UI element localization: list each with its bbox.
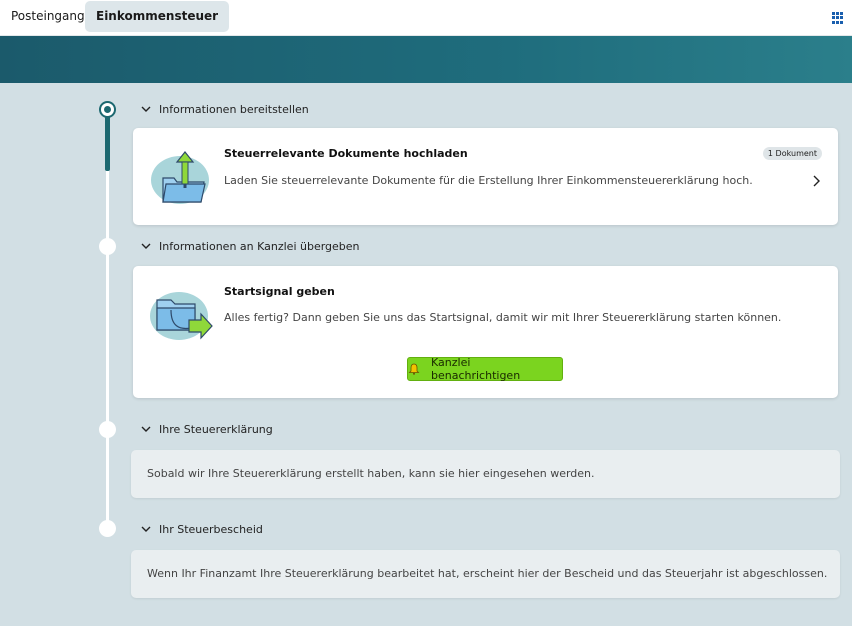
timeline-step-active-icon	[99, 101, 116, 118]
card-description: Alles fertig? Dann geben Sie uns das Sta…	[224, 311, 782, 324]
startsignal-card: Startsignal geben Alles fertig? Dann geb…	[133, 266, 838, 398]
steuererklaerung-info: Sobald wir Ihre Steuererklärung erstellt…	[131, 450, 840, 498]
section-header-informationen-uebergeben[interactable]: Informationen an Kanzlei übergeben	[141, 237, 360, 255]
timeline-step-icon	[99, 421, 116, 438]
chevron-down-icon	[141, 104, 151, 114]
timeline-step-icon	[99, 238, 116, 255]
top-navigation: Posteingang Einkommensteuer	[0, 0, 852, 36]
section-heading: Informationen an Kanzlei übergeben	[159, 239, 360, 253]
bell-icon	[408, 363, 420, 375]
tab-einkommensteuer[interactable]: Einkommensteuer	[85, 1, 230, 32]
timeline-step-icon	[99, 520, 116, 537]
timeline-progress	[105, 109, 110, 171]
card-description: Laden Sie steuerrelevante Dokumente für …	[224, 174, 753, 187]
header-banner	[0, 36, 852, 83]
tab-posteingang[interactable]: Posteingang	[0, 1, 96, 32]
section-header-steuerbescheid[interactable]: Ihr Steuerbescheid	[141, 520, 263, 538]
button-label: Kanzlei benachrichtigen	[431, 356, 521, 382]
document-count-badge: 1 Dokument	[762, 147, 822, 160]
chevron-down-icon	[141, 424, 151, 434]
section-heading: Ihr Steuerbescheid	[159, 522, 263, 536]
card-title: Startsignal geben	[224, 285, 335, 298]
folder-send-icon	[149, 286, 215, 348]
section-header-steuererklaerung[interactable]: Ihre Steuererklärung	[141, 420, 273, 438]
chevron-right-icon[interactable]	[812, 172, 820, 187]
chevron-down-icon	[141, 524, 151, 534]
section-heading: Informationen bereitstellen	[159, 102, 309, 116]
folder-upload-icon	[149, 148, 211, 210]
card-title: Steuerrelevante Dokumente hochladen	[224, 147, 468, 160]
grid-icon[interactable]	[832, 12, 844, 24]
notify-kanzlei-button[interactable]: Kanzlei benachrichtigen	[407, 356, 563, 382]
upload-documents-card[interactable]: Steuerrelevante Dokumente hochladen Lade…	[133, 128, 838, 225]
section-heading: Ihre Steuererklärung	[159, 422, 273, 436]
section-header-informationen-bereitstellen[interactable]: Informationen bereitstellen	[141, 100, 309, 118]
chevron-down-icon	[141, 241, 151, 251]
steuerbescheid-info: Wenn Ihr Finanzamt Ihre Steuererklärung …	[131, 550, 840, 598]
timeline-track	[106, 109, 109, 529]
